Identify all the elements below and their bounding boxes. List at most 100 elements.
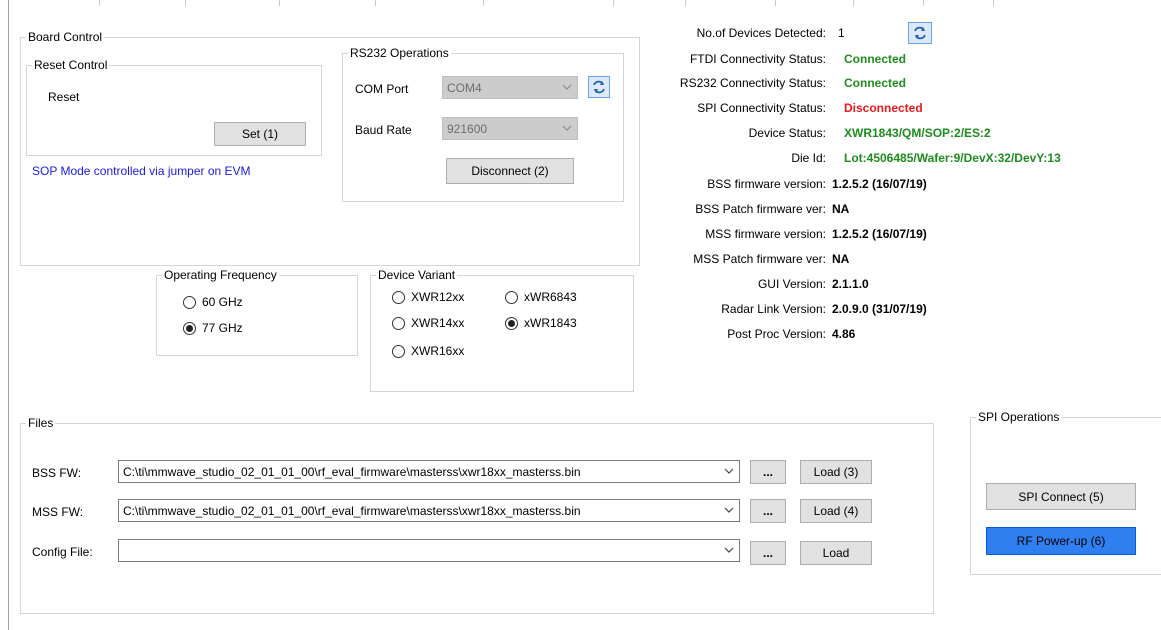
- radio-xwr1843[interactable]: xWR1843: [505, 316, 577, 330]
- device-variant-group: Device Variant: [370, 268, 634, 392]
- bss-load-button[interactable]: Load (3): [800, 460, 872, 484]
- panel-left-border: [8, 0, 9, 630]
- status-label: MSS firmware version:: [705, 227, 826, 241]
- chevron-down-icon: [562, 125, 572, 131]
- tab[interactable]: [776, 0, 854, 6]
- radio-label: XWR14xx: [411, 316, 465, 330]
- operating-frequency-group: Operating Frequency: [156, 268, 358, 356]
- status-value: Lot:4506485/Wafer:9/DevX:32/DevY:13: [844, 151, 1061, 165]
- tab[interactable]: [614, 0, 686, 6]
- chevron-down-icon: [724, 507, 734, 513]
- radio-label: 77 GHz: [202, 321, 243, 335]
- tab[interactable]: [376, 0, 484, 6]
- status-value: NA: [832, 202, 850, 216]
- com-port-label: COM Port: [355, 82, 409, 96]
- radio-indicator: [392, 290, 405, 304]
- status-value: XWR1843/QM/SOP:2/ES:2: [844, 126, 991, 140]
- chevron-down-icon: [724, 547, 734, 553]
- disconnect-button[interactable]: Disconnect (2): [446, 158, 574, 184]
- mss-fw-select[interactable]: C:\ti\mmwave_studio_02_01_01_00\rf_eval_…: [118, 499, 740, 522]
- rf-powerup-button[interactable]: RF Power-up (6): [986, 527, 1136, 555]
- set-button[interactable]: Set (1): [214, 122, 306, 146]
- radio-xwr12xx[interactable]: XWR12xx: [392, 290, 464, 304]
- status-label: Radar Link Version:: [721, 302, 826, 316]
- baud-rate-value: 921600: [447, 121, 488, 136]
- baud-rate-label: Baud Rate: [355, 123, 412, 137]
- chevron-down-icon: [562, 84, 572, 90]
- mss-browse-button[interactable]: ...: [750, 499, 786, 523]
- rs232-title: RS232 Operations: [350, 46, 449, 60]
- status-label: No.of Devices Detected:: [696, 26, 826, 40]
- status-label: Die Id:: [791, 151, 826, 165]
- reset-control-title: Reset Control: [34, 58, 108, 72]
- config-load-button[interactable]: Load: [800, 541, 872, 565]
- radio-77ghz[interactable]: 77 GHz: [183, 321, 243, 335]
- status-label: BSS firmware version:: [707, 177, 826, 191]
- mss-fw-path: C:\ti\mmwave_studio_02_01_01_00\rf_eval_…: [123, 503, 581, 518]
- radio-label: XWR16xx: [411, 344, 465, 358]
- bss-browse-button[interactable]: ...: [750, 460, 786, 484]
- radio-xwr6843[interactable]: xWR6843: [505, 290, 577, 304]
- radio-xwr14xx[interactable]: XWR14xx: [392, 316, 464, 330]
- status-label: MSS Patch firmware ver:: [693, 252, 826, 266]
- radio-indicator: [392, 344, 405, 358]
- com-port-select[interactable]: COM4: [442, 76, 578, 99]
- status-label: GUI Version:: [757, 277, 826, 291]
- radio-indicator: [183, 295, 196, 309]
- status-value: Connected: [844, 52, 907, 66]
- status-value: Disconnected: [844, 101, 923, 115]
- refresh-icon: [914, 26, 926, 40]
- radio-60ghz[interactable]: 60 GHz: [183, 295, 243, 309]
- status-label: SPI Connectivity Status:: [697, 101, 826, 115]
- status-value: 1: [838, 26, 845, 40]
- com-port-value: COM4: [447, 80, 482, 95]
- spi-connect-button[interactable]: SPI Connect (5): [986, 483, 1136, 510]
- status-value: 2.1.1.0: [832, 277, 869, 291]
- radio-indicator: [505, 316, 518, 330]
- status-value: NA: [832, 252, 850, 266]
- radio-indicator: [392, 316, 405, 330]
- radio-label: 60 GHz: [202, 295, 243, 309]
- tab[interactable]: [854, 0, 924, 6]
- tab[interactable]: [280, 0, 376, 6]
- status-value: 2.0.9.0 (31/07/19): [832, 302, 927, 316]
- baud-rate-select[interactable]: 921600: [442, 117, 578, 140]
- tab[interactable]: [924, 0, 994, 6]
- tab[interactable]: [0, 0, 100, 6]
- sop-mode-note: SOP Mode controlled via jumper on EVM: [32, 164, 251, 178]
- board-control-title: Board Control: [28, 30, 103, 44]
- refresh-com-button[interactable]: [588, 76, 610, 98]
- files-title: Files: [28, 416, 54, 430]
- bss-fw-select[interactable]: C:\ti\mmwave_studio_02_01_01_00\rf_eval_…: [118, 460, 740, 483]
- status-label: RS232 Connectivity Status:: [679, 76, 826, 90]
- radio-label: xWR6843: [524, 290, 577, 304]
- tab[interactable]: [686, 0, 776, 6]
- refresh-devices-button[interactable]: [908, 22, 932, 44]
- radio-indicator: [183, 321, 196, 335]
- reset-label: Reset: [48, 90, 80, 104]
- radio-xwr16xx[interactable]: XWR16xx: [392, 344, 464, 358]
- chevron-down-icon: [724, 468, 734, 474]
- bss-fw-label: BSS FW:: [32, 466, 82, 480]
- status-value: 1.2.5.2 (16/07/19): [832, 227, 927, 241]
- tab[interactable]: [484, 0, 614, 6]
- status-label: BSS Patch firmware ver:: [695, 202, 826, 216]
- status-value: 1.2.5.2 (16/07/19): [832, 177, 927, 191]
- config-file-label: Config File:: [32, 545, 93, 559]
- radio-indicator: [505, 290, 518, 304]
- status-value: Connected: [844, 76, 907, 90]
- mss-load-button[interactable]: Load (4): [800, 499, 872, 523]
- bss-fw-path: C:\ti\mmwave_studio_02_01_01_00\rf_eval_…: [123, 464, 581, 479]
- tab[interactable]: [100, 0, 186, 6]
- refresh-icon: [593, 80, 605, 94]
- device-variant-title: Device Variant: [378, 268, 456, 282]
- config-browse-button[interactable]: ...: [750, 541, 786, 565]
- status-label: Post Proc Version:: [727, 327, 826, 341]
- tab-strip: [0, 0, 1161, 6]
- tab[interactable]: [186, 0, 280, 6]
- config-file-select[interactable]: [118, 539, 740, 562]
- mss-fw-label: MSS FW:: [32, 505, 84, 519]
- spi-operations-title: SPI Operations: [978, 410, 1060, 424]
- status-label: Device Status:: [748, 126, 826, 140]
- status-value: 4.86: [832, 327, 856, 341]
